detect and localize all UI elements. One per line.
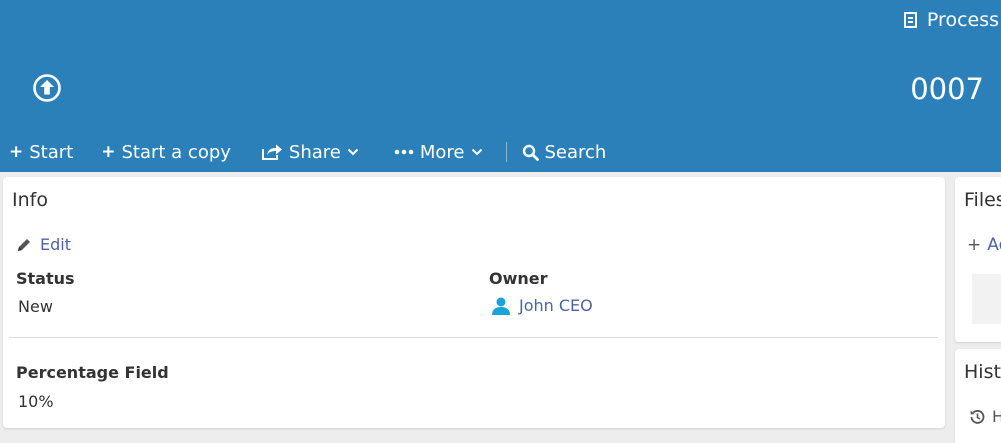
search-button[interactable]: Search (522, 142, 606, 163)
percentage-label: Percentage Field (16, 363, 169, 382)
document-icon (903, 12, 917, 28)
user-icon (492, 297, 510, 315)
more-button[interactable]: More (394, 142, 483, 163)
info-title: Info (12, 189, 48, 211)
pencil-icon (18, 238, 30, 251)
info-card: Info Edit Status New Owner John CEO Perc… (3, 177, 945, 428)
info-divider (9, 337, 938, 338)
process-label: Process (926, 9, 999, 31)
history-item[interactable]: H (968, 407, 1001, 426)
files-title: Files (964, 189, 1001, 211)
toolbar: + Start + Start a copy Share More Search (0, 138, 606, 166)
process-link[interactable]: Process (903, 9, 999, 31)
status-value: New (18, 297, 53, 316)
record-number: 0007 (910, 72, 984, 106)
plus-icon: + (967, 235, 982, 255)
chevron-down-icon (347, 148, 359, 156)
plus-icon: + (9, 142, 24, 162)
start-button[interactable]: + Start (9, 142, 73, 163)
share-icon (261, 144, 282, 160)
owner-link[interactable]: John CEO (491, 296, 593, 315)
status-label: Status (16, 269, 75, 288)
share-button[interactable]: Share (261, 142, 359, 163)
add-file-button[interactable]: + Ad (967, 235, 1001, 255)
percentage-value: 10% (18, 392, 54, 411)
owner-label: Owner (489, 269, 548, 288)
files-card: Files + Ad (955, 177, 1001, 342)
edit-button[interactable]: Edit (16, 235, 71, 254)
search-icon (522, 144, 539, 161)
plus-icon: + (101, 142, 116, 162)
history-title: Hist (964, 361, 1001, 383)
chevron-down-icon (471, 148, 482, 156)
upload-circle-icon[interactable] (32, 73, 62, 103)
start-copy-button[interactable]: + Start a copy (101, 142, 231, 163)
app-header: Process 0007 + Start + Start a copy Shar… (0, 0, 1001, 172)
history-card: Hist H (955, 349, 1001, 443)
file-drop-area[interactable] (972, 274, 1001, 324)
toolbar-divider (505, 142, 507, 162)
dots-horizontal-icon (394, 149, 414, 155)
history-icon (970, 409, 985, 424)
